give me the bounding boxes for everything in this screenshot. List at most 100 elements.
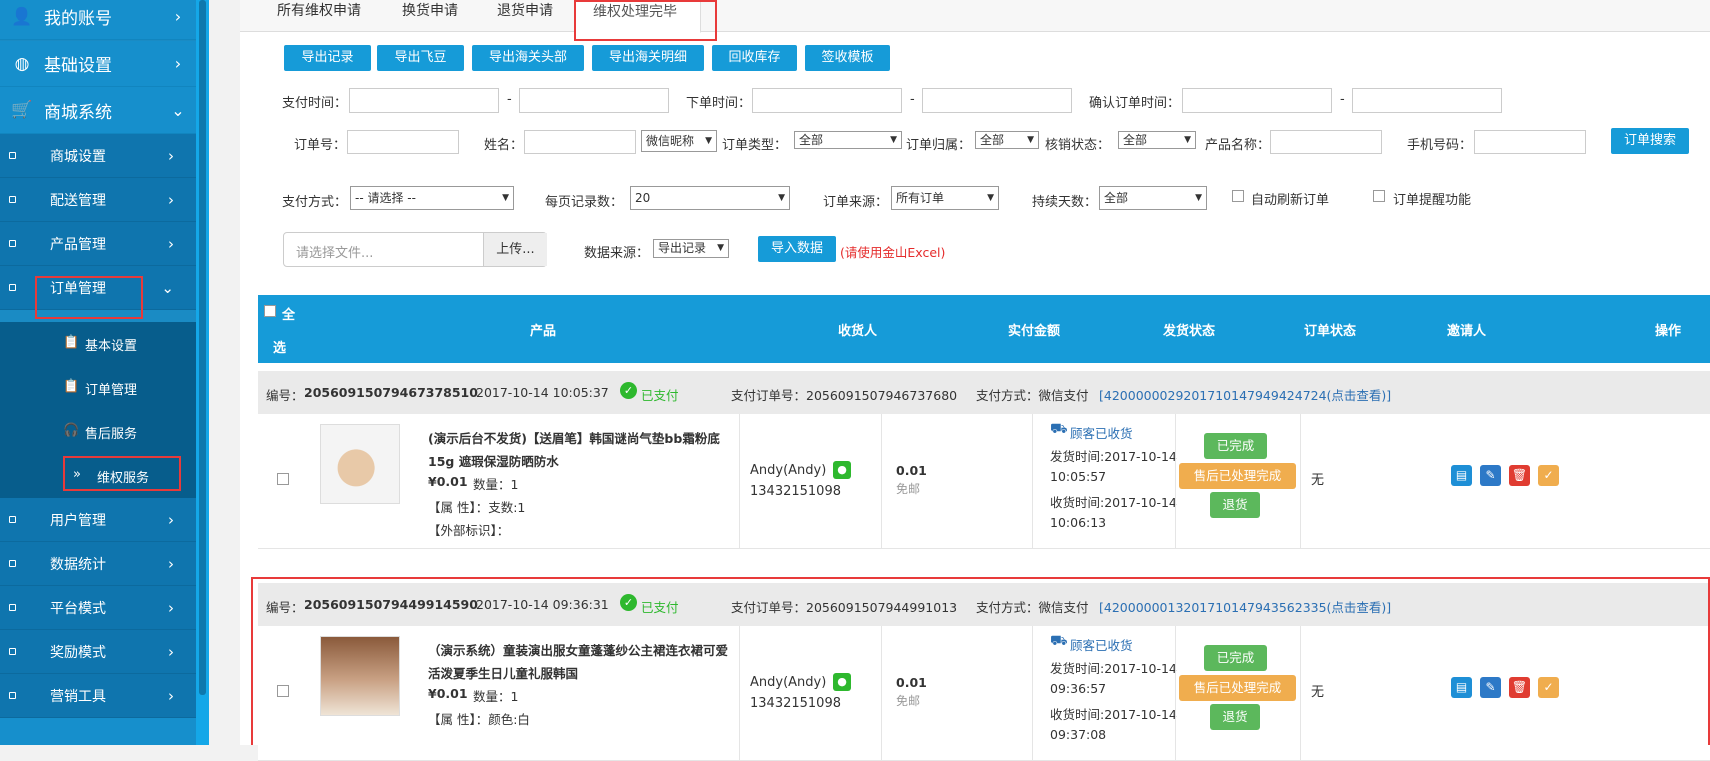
import-data-button[interactable]: 导入数据 <box>758 236 836 262</box>
user-icon: 👤 <box>11 6 33 27</box>
sidebar-item-my-account[interactable]: 👤 我的账号 › <box>0 0 196 40</box>
auto-refresh-label: 自动刷新订单 <box>1251 193 1330 208</box>
order-search-button[interactable]: 订单搜索 <box>1611 128 1689 154</box>
product-title-2[interactable]: 15g 遮瑕保湿防晒防水 <box>428 451 559 470</box>
select-all-label-2: 选 <box>273 341 287 356</box>
recycle-stock-button[interactable]: 回收库存 <box>712 45 797 71</box>
export-records-button[interactable]: 导出记录 <box>284 45 371 71</box>
pay-time-end-input[interactable] <box>519 88 669 113</box>
scrollbar-thumb[interactable] <box>199 0 206 695</box>
order-time-label: 下单时间： <box>686 96 752 111</box>
tab-return[interactable]: 退货申请 <box>497 0 567 32</box>
ship-time-2: 10:05:57 <box>1050 469 1107 484</box>
order-remind-checkbox[interactable] <box>1373 190 1385 202</box>
product-name-input[interactable] <box>1270 130 1382 154</box>
product-image[interactable] <box>320 424 400 504</box>
completed-button[interactable]: 已完成 <box>1204 433 1267 459</box>
after-sales-done-button[interactable]: 售后已处理完成 <box>1179 463 1296 489</box>
sidebar-scrollbar[interactable] <box>196 0 209 745</box>
export-customs-header-button[interactable]: 导出海关头部 <box>472 45 584 71</box>
product-attr: 【属 性】：支数:1 <box>428 500 526 515</box>
pay-time-label: 支付时间： <box>282 96 348 111</box>
highlight-box <box>251 577 1710 745</box>
wechat-icon: ● <box>833 461 851 479</box>
cart-icon: 🛒 <box>11 100 33 120</box>
select-all-checkbox[interactable] <box>264 305 276 317</box>
verify-status-select[interactable]: 全部 <box>1118 131 1196 149</box>
sidebar-item-delivery[interactable]: 配送管理 › <box>0 178 196 222</box>
refund-button[interactable]: 退货 <box>1210 492 1260 518</box>
order-time-start-input[interactable] <box>752 88 902 113</box>
pay-order-no: 支付订单号：2056091507946737680 <box>731 388 958 403</box>
confirm-time-label: 确认订单时间： <box>1089 96 1181 111</box>
divider <box>881 414 882 549</box>
sidebar-item-mall-system[interactable]: 🛒 商城系统 ⌄ <box>0 87 196 134</box>
order-source-select[interactable]: 所有订单 <box>891 186 999 210</box>
divider <box>1300 414 1301 549</box>
file-input[interactable]: 请选择文件... <box>296 242 373 261</box>
col-ops: 操作 <box>1655 324 1682 339</box>
product-title[interactable]: (演示后台不发货)【送眉笔】韩国谜尚气垫bb霜粉底 <box>428 428 720 447</box>
sidebar-item-platform-mode[interactable]: 平台模式 › <box>0 586 196 630</box>
sidebar-item-users[interactable]: 用户管理 › <box>0 498 196 542</box>
duration-select[interactable]: 全部 <box>1099 186 1207 210</box>
col-paid: 实付金额 <box>1008 324 1061 339</box>
globe-icon: ◍ <box>14 53 30 74</box>
confirm-time-start-input[interactable] <box>1182 88 1332 113</box>
auto-refresh-checkbox[interactable] <box>1232 190 1244 202</box>
per-page-select[interactable]: 20 <box>630 186 790 210</box>
order-time: 2017-10-14 10:05:37 <box>476 385 609 400</box>
tree-node-icon <box>9 284 16 291</box>
edit-icon[interactable]: ✎ <box>1480 465 1501 486</box>
order-header: 编号： 20560915079467378510 2017-10-14 10:0… <box>258 371 1710 414</box>
truck-icon: ⛟ <box>1050 421 1068 437</box>
order-no-label: 订单号： <box>294 138 347 153</box>
sidebar-item-basic-settings[interactable]: ◍ 基础设置 › <box>0 41 196 87</box>
order-no-input[interactable] <box>347 130 459 154</box>
main-panel: 所有维权申请 换货申请 退货申请 维权处理完毕 导出记录 导出飞豆 导出海关头部… <box>240 0 1710 761</box>
sign-template-button[interactable]: 签收模板 <box>805 45 890 71</box>
receiver-name: Andy(Andy) <box>750 463 827 478</box>
sidebar-leaf-order-management[interactable]: 📋 订单管理 <box>0 366 196 410</box>
pay-method-select[interactable]: -- 请选择 -- <box>350 186 514 210</box>
sidebar-item-reward-mode[interactable]: 奖励模式 › <box>0 630 196 674</box>
delete-icon[interactable]: 🗑 <box>1509 465 1530 486</box>
chevron-down-icon: ⌄ <box>171 100 185 120</box>
name-input[interactable] <box>524 130 636 154</box>
order-checkbox[interactable] <box>277 473 289 485</box>
tab-all-rights[interactable]: 所有维权申请 <box>277 0 377 32</box>
order-type-select[interactable]: 全部 <box>794 131 902 149</box>
txn-link[interactable]: [4200000029201710147949424724(点击查看)] <box>1099 385 1391 404</box>
table-header: 全 选 产品 收货人 实付金额 发货状态 订单状态 邀请人 操作 <box>258 295 1710 363</box>
product-price: ¥0.01 <box>428 474 468 489</box>
nickname-select[interactable]: 微信昵称 <box>641 130 717 152</box>
sidebar-footer <box>0 718 196 745</box>
file-input-group: 请选择文件... 上传... <box>283 232 547 267</box>
approve-icon[interactable]: ✓ <box>1538 465 1559 486</box>
dash-label: - <box>1340 92 1345 107</box>
sidebar-leaf-after-sales[interactable]: 🎧 售后服务 <box>0 410 196 454</box>
order-belong-select[interactable]: 全部 <box>975 131 1039 149</box>
export-feidou-button[interactable]: 导出飞豆 <box>377 45 464 71</box>
data-source-select[interactable]: 导出记录 <box>653 239 729 258</box>
pay-time-start-input[interactable] <box>349 88 499 113</box>
sidebar-leaf-basic-settings[interactable]: 📋 基本设置 <box>0 322 196 366</box>
tab-exchange[interactable]: 换货申请 <box>402 0 472 32</box>
upload-button[interactable]: 上传... <box>483 233 547 266</box>
sidebar-item-statistics[interactable]: 数据统计 › <box>0 542 196 586</box>
export-customs-detail-button[interactable]: 导出海关明细 <box>592 45 704 71</box>
sidebar-item-marketing[interactable]: 营销工具 › <box>0 674 196 718</box>
verify-status-label: 核销状态： <box>1045 138 1111 153</box>
confirm-time-end-input[interactable] <box>1352 88 1502 113</box>
sidebar-item-products[interactable]: 产品管理 › <box>0 222 196 266</box>
sidebar: 👤 我的账号 › ◍ 基础设置 › 🛒 商城系统 ⌄ 商城设置 › 配送管理 ›… <box>0 0 209 745</box>
chevron-right-icon: › <box>174 54 182 73</box>
sidebar-item-mall-settings[interactable]: 商城设置 › <box>0 134 196 178</box>
phone-input[interactable] <box>1474 130 1586 154</box>
dash-label: - <box>507 92 512 107</box>
view-icon[interactable]: ▤ <box>1451 465 1472 486</box>
recv-time-2: 10:06:13 <box>1050 515 1107 530</box>
chevron-right-icon: › <box>168 146 174 165</box>
tree-node-icon <box>9 604 16 611</box>
order-time-end-input[interactable] <box>922 88 1072 113</box>
